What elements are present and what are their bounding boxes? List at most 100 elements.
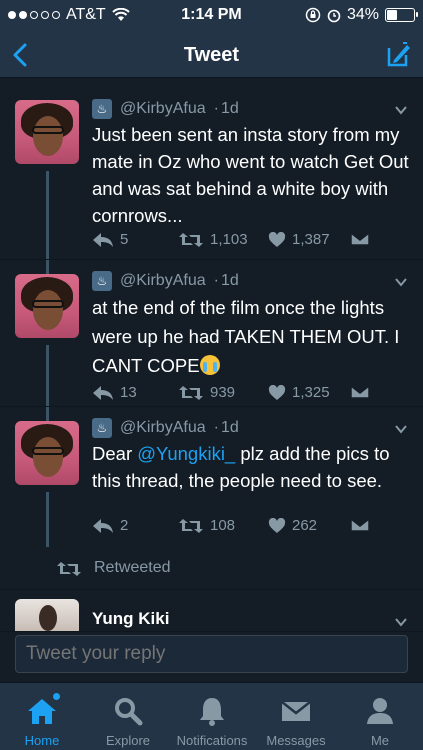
notification-dot: [53, 693, 60, 700]
verified-app-icon: ♨: [92, 99, 112, 119]
page-title: Tweet: [183, 44, 240, 66]
retweet-button[interactable]: 108: [178, 517, 235, 534]
tweet-text-body: at the end of the film once the lights w…: [92, 297, 400, 376]
divider: [0, 589, 423, 590]
tweet-time: 1d: [220, 100, 239, 117]
reply-icon: [93, 385, 113, 400]
battery-percent: 34%: [346, 6, 379, 23]
tweet-3[interactable]: ♨ @KirbyAfua · 1d Dear @Yungkiki_ plz ad…: [0, 407, 423, 547]
tweet-meta: ♨ @KirbyAfua · 1d: [92, 271, 239, 291]
retweet-icon: [57, 562, 81, 576]
tab-label: Explore: [105, 733, 151, 748]
like-button[interactable]: 262: [268, 517, 317, 534]
direct-message-button[interactable]: [350, 231, 370, 247]
thread-connector: [46, 260, 49, 274]
envelope-icon: [350, 232, 370, 246]
avatar[interactable]: [15, 274, 79, 338]
retweet-icon: [179, 518, 203, 533]
avatar[interactable]: [15, 421, 79, 485]
tweet-2[interactable]: ♨ @KirbyAfua · 1d at the end of the film…: [0, 260, 423, 406]
like-count: 1,387: [292, 231, 330, 248]
tweet-time-sep: ·: [213, 419, 219, 436]
tab-explore[interactable]: Explore: [96, 683, 160, 750]
heart-icon: [268, 517, 286, 533]
verified-app-icon: ♨: [92, 271, 112, 291]
chevron-down-icon[interactable]: [394, 103, 408, 117]
chevron-down-icon[interactable]: [394, 615, 408, 629]
chevron-down-icon[interactable]: [394, 275, 408, 289]
status-right: 34%: [305, 6, 418, 24]
thread-connector: [46, 171, 49, 259]
battery-icon: [385, 8, 418, 22]
tweet-handle[interactable]: @KirbyAfua: [120, 272, 206, 290]
direct-message-button[interactable]: [350, 517, 370, 533]
thread-connector: [46, 407, 49, 421]
profile-icon: [362, 693, 398, 729]
compose-tweet-icon[interactable]: [383, 40, 413, 70]
alarm-icon: [327, 9, 341, 23]
reply-button[interactable]: 13: [92, 384, 137, 401]
tab-home[interactable]: Home: [12, 683, 72, 750]
reply-button[interactable]: 2: [92, 517, 128, 534]
tweet-handle[interactable]: @KirbyAfua: [120, 100, 206, 118]
verified-app-icon: ♨: [92, 418, 112, 438]
direct-message-button[interactable]: [350, 384, 370, 400]
tab-notifications[interactable]: Notifications: [168, 683, 256, 750]
search-icon: [110, 693, 146, 729]
tweet-text: Just been sent an insta story from my ma…: [92, 124, 409, 226]
bell-icon: [194, 693, 230, 729]
envelope-icon: [350, 518, 370, 532]
envelope-icon: [350, 385, 370, 399]
retweet-count: 108: [210, 517, 236, 534]
tweet-time: 1d: [220, 419, 239, 436]
home-icon: [24, 693, 60, 729]
tab-label: Me: [370, 733, 390, 748]
tweet-1[interactable]: ♨ @KirbyAfua · 1d Just been sent an inst…: [0, 79, 423, 259]
reply-count: 5: [120, 231, 129, 248]
tab-label: Messages: [266, 733, 326, 748]
avatar[interactable]: [15, 599, 79, 631]
like-button[interactable]: 1,387: [268, 231, 330, 248]
tweet-meta: ♨ @KirbyAfua · 1d: [92, 418, 239, 438]
retweet-button[interactable]: 1,103: [178, 231, 248, 248]
retweeted-label: Retweeted: [94, 559, 171, 576]
thread-connector: [46, 345, 49, 406]
tweet-thread[interactable]: ♨ @KirbyAfua · 1d Just been sent an inst…: [0, 79, 423, 631]
reply-button[interactable]: 5: [92, 231, 128, 248]
tweet-time-sep: ·: [213, 100, 219, 117]
tab-me[interactable]: Me: [350, 683, 410, 750]
tab-bar: Home Explore Notifications Messages Me: [0, 682, 423, 750]
tweet-time-sep: ·: [213, 272, 219, 289]
chevron-down-icon[interactable]: [394, 422, 408, 436]
reply-icon: [93, 518, 113, 533]
tweet-meta: ♨ @KirbyAfua · 1d: [92, 99, 239, 119]
tweet-actions: 2 108 262: [92, 517, 392, 537]
status-bar: AT&T 1:14 PM 34%: [0, 0, 423, 32]
reply-input[interactable]: [15, 635, 408, 673]
reply-bar: [0, 631, 423, 681]
tweet-actions: 13 939 1,325: [92, 384, 392, 404]
tweet-handle[interactable]: @KirbyAfua: [120, 419, 206, 437]
avatar[interactable]: [15, 100, 79, 164]
mention-link[interactable]: @Yungkiki_: [137, 443, 235, 464]
next-tweet-author-name[interactable]: Yung Kiki: [92, 609, 169, 629]
like-button[interactable]: 1,325: [268, 384, 330, 401]
like-count: 262: [292, 517, 318, 534]
crying-face-icon: [199, 355, 220, 375]
heart-icon: [268, 231, 286, 247]
thread-connector: [46, 492, 49, 547]
like-count: 1,325: [292, 384, 330, 401]
retweet-button[interactable]: 939: [178, 384, 235, 401]
reply-icon: [93, 232, 113, 247]
tweet-time: 1d: [220, 272, 239, 289]
tweet-actions: 5 1,103 1,387: [92, 231, 392, 251]
envelope-icon: [278, 693, 314, 729]
reply-count: 13: [120, 384, 137, 401]
battery-fill: [387, 10, 397, 20]
retweeted-indicator: Retweeted: [0, 559, 423, 579]
tab-messages[interactable]: Messages: [262, 683, 330, 750]
heart-icon: [268, 384, 286, 400]
tweet-text: at the end of the film once the lights w…: [92, 293, 410, 380]
reply-count: 2: [120, 517, 129, 534]
tab-label: Notifications: [176, 733, 248, 748]
